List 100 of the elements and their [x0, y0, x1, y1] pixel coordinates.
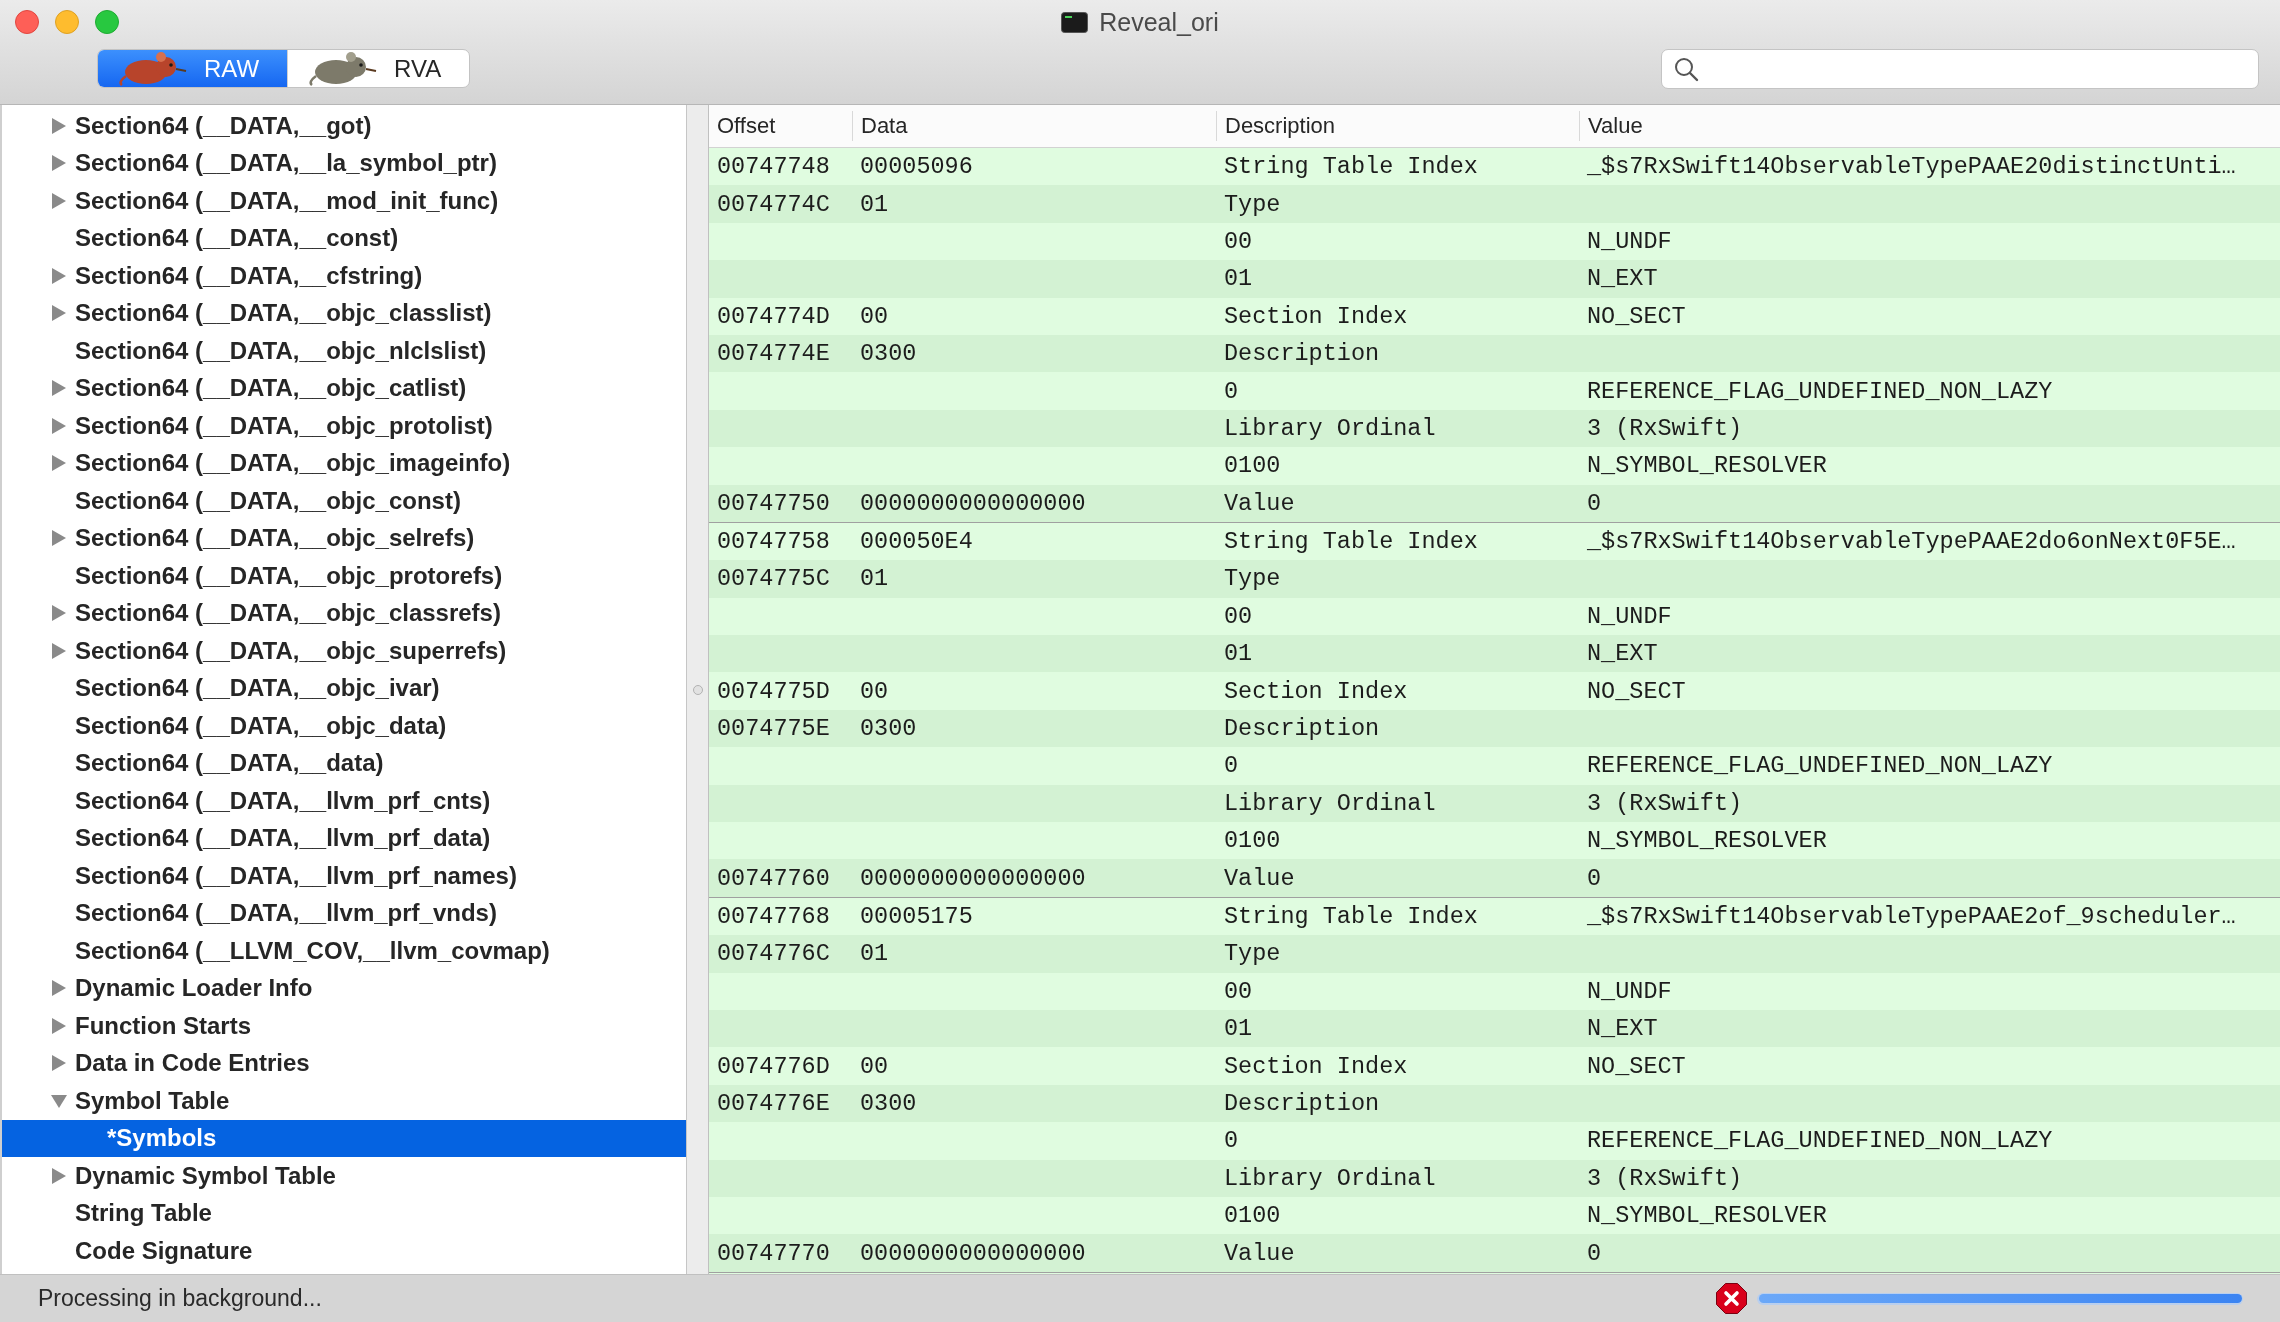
tree-item[interactable]: Section64 (__DATA,__objc_classlist) [2, 294, 686, 332]
table-cell-text: String Table Index [1223, 528, 1479, 556]
tree-item[interactable]: Section64 (__DATA,__llvm_prf_names) [2, 857, 686, 895]
table-row[interactable]: Library Ordinal 3 (RxSwift) [709, 784, 2280, 823]
tree-item[interactable]: *Symbols [2, 1119, 686, 1157]
column-header[interactable]: Data [852, 111, 1216, 141]
disclosure-triangle-icon[interactable] [50, 416, 68, 435]
disclosure-triangle-icon[interactable] [50, 1016, 68, 1035]
tree-item[interactable]: Section64 (__DATA,__data) [2, 744, 686, 782]
column-header[interactable]: Value [1579, 111, 2280, 141]
column-header[interactable]: Description [1216, 111, 1579, 141]
tree-item[interactable]: Section64 (__DATA,__got) [2, 107, 686, 145]
disclosure-triangle-icon[interactable] [50, 454, 68, 473]
table-cell-text: 00005096 [859, 153, 974, 181]
disclosure-triangle-icon[interactable] [50, 191, 68, 210]
tree-item[interactable]: Data in Code Entries [2, 1044, 686, 1082]
tree-item[interactable]: Dynamic Symbol Table [2, 1157, 686, 1195]
tree-item[interactable]: Dynamic Loader Info [2, 969, 686, 1007]
splitter-handle[interactable] [692, 684, 703, 695]
disclosure-triangle-icon[interactable] [50, 529, 68, 548]
tree-item[interactable]: Section64 (__DATA,__mod_init_func) [2, 182, 686, 220]
table-cell-text: Section Index [1223, 302, 1409, 330]
table-row[interactable]: 01 N_EXT [709, 635, 2280, 673]
table-cell-text: 0300 [859, 715, 918, 743]
disclosure-triangle-icon[interactable] [50, 154, 68, 173]
table-cell-text: 0 [1223, 377, 1240, 405]
table-cell-text: 0000000000000000 [859, 1239, 1087, 1267]
table-cell-text: NO_SECT [1586, 1052, 1687, 1080]
table-cell-text: 0 [1586, 864, 1603, 892]
disclosure-triangle-icon[interactable] [50, 604, 68, 623]
disclosure-triangle-icon[interactable] [50, 1054, 68, 1073]
tree-item[interactable]: Code Signature [2, 1232, 686, 1270]
disclosure-triangle-icon[interactable] [50, 1166, 68, 1185]
table-cell-text: _$s7RxSwift14ObservableTypePAAE2of_9scheduler… [1586, 903, 2237, 930]
tree-item[interactable]: Section64 (__DATA,__objc_catlist) [2, 369, 686, 407]
disclosure-triangle-icon[interactable] [50, 979, 68, 998]
search-icon [1673, 56, 1699, 82]
tree-item[interactable]: Section64 (__DATA,__const) [2, 219, 686, 257]
table-row[interactable]: 00747750 0000000000000000 Value 0 [709, 484, 2280, 522]
stop-icon[interactable] [1716, 1283, 1747, 1314]
table-row[interactable]: 0074774E 0300 Description [709, 334, 2280, 373]
tree-item[interactable]: Section64 (__DATA,__objc_protorefs) [2, 557, 686, 595]
tree-item[interactable]: Section64 (__DATA,__objc_selrefs) [2, 519, 686, 557]
table-row[interactable]: 00747770 0000000000000000 Value 0 [709, 1234, 2280, 1272]
column-header[interactable]: Offset [709, 111, 852, 141]
table-row[interactable]: 0074776C 01 Type [709, 935, 2280, 973]
tree-item[interactable]: Section64 (__DATA,__llvm_prf_vnds) [2, 894, 686, 932]
disclosure-triangle-icon[interactable] [50, 116, 68, 135]
table-cell-text: 0 [1223, 1127, 1240, 1155]
tree-item[interactable]: Section64 (__DATA,__la_symbol_ptr) [2, 144, 686, 182]
mode-segment[interactable]: RAW [98, 50, 288, 87]
table-row[interactable]: 0074775C 01 Type [709, 560, 2280, 598]
tree-item[interactable]: Section64 (__DATA,__objc_protolist) [2, 407, 686, 445]
table-cell-text: 01 [859, 940, 890, 968]
table-cell-text: _$s7RxSwift14ObservableTypePAAE20distinctUnti… [1586, 153, 2237, 181]
table-cell-text: 01 [1223, 1015, 1254, 1043]
table-row[interactable]: Library Ordinal 3 (RxSwift) [709, 1159, 2280, 1197]
table-row[interactable]: 00747760 0000000000000000 Value 0 [709, 859, 2280, 897]
table-row[interactable]: Library Ordinal 3 (RxSwift) [709, 409, 2280, 448]
disclosure-triangle-icon[interactable] [50, 304, 68, 323]
table-cell-text: REFERENCE_FLAG_UNDEFINED_NON_LAZY [1586, 752, 2054, 780]
tree-item[interactable]: Section64 (__DATA,__objc_imageinfo) [2, 444, 686, 482]
table-cell-text: 0100 [1223, 452, 1282, 480]
table-cell-text: Value [1223, 1239, 1296, 1267]
tree-item[interactable]: Section64 (__DATA,__objc_classrefs) [2, 594, 686, 632]
tree-item[interactable]: Section64 (__LLVM_COV,__llvm_covmap) [2, 932, 686, 970]
disclosure-triangle-icon[interactable] [50, 266, 68, 285]
tree-item[interactable]: Section64 (__DATA,__objc_superrefs) [2, 632, 686, 670]
tree-item[interactable]: Section64 (__DATA,__objc_const) [2, 482, 686, 520]
tree-item[interactable]: String Table [2, 1194, 686, 1232]
table-row[interactable]: 01 N_EXT [709, 260, 2280, 298]
mode-segment[interactable]: RVA [287, 50, 470, 87]
table-row[interactable]: 01 N_EXT [709, 1010, 2280, 1048]
tree-item[interactable]: Section64 (__DATA,__cfstring) [2, 257, 686, 295]
tree-item[interactable]: Section64 (__DATA,__objc_data) [2, 707, 686, 745]
minimize-button[interactable] [55, 10, 79, 34]
tree-item[interactable]: Section64 (__DATA,__llvm_prf_data) [2, 819, 686, 857]
tree-item[interactable]: Function Starts [2, 1007, 686, 1045]
table-row[interactable]: 0074774C 01 Type [709, 185, 2280, 223]
table-row[interactable]: 0074775E 0300 Description [709, 709, 2280, 748]
tree-item[interactable]: Section64 (__DATA,__objc_nlclslist) [2, 332, 686, 370]
table-cell-text: Library Ordinal [1223, 414, 1437, 442]
table-cell-text: N_SYMBOL_RESOLVER [1586, 1202, 1828, 1230]
table-cell-text: N_EXT [1586, 265, 1659, 293]
tree-item[interactable]: Section64 (__DATA,__llvm_prf_cnts) [2, 782, 686, 820]
tree-item[interactable]: Symbol Table [2, 1082, 686, 1120]
search-field[interactable] [1661, 49, 2259, 89]
table-cell-text: 01 [859, 565, 890, 593]
zoom-button[interactable] [95, 10, 119, 34]
status-message: Processing in background... [38, 1285, 322, 1312]
close-button[interactable] [15, 10, 39, 34]
table-cell-text: N_SYMBOL_RESOLVER [1586, 452, 1828, 480]
tree-item[interactable]: Section64 (__DATA,__objc_ivar) [2, 669, 686, 707]
table-cell-text: 00 [1223, 977, 1254, 1005]
table-cell-text: N_UNDF [1586, 602, 1673, 630]
table-cell-text: 000050E4 [859, 528, 974, 556]
disclosure-triangle-icon[interactable] [50, 379, 68, 398]
table-cell-text: Description [1223, 340, 1381, 368]
disclosure-triangle-icon[interactable] [50, 641, 68, 660]
table-row[interactable]: 0074776E 0300 Description [709, 1084, 2280, 1123]
